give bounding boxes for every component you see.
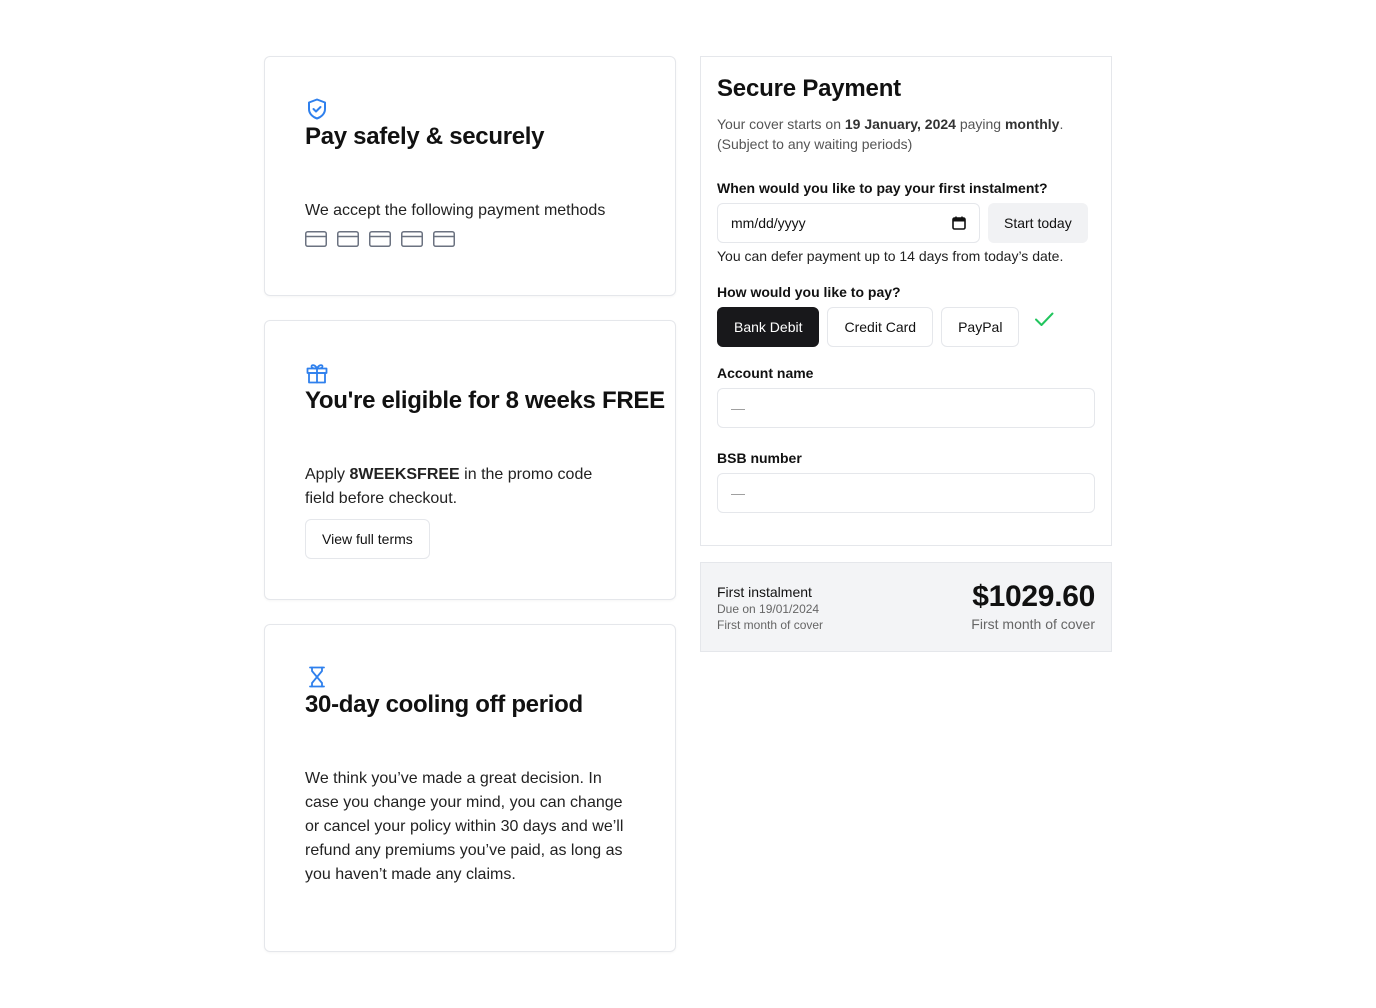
secure-payment-title: Secure Payment bbox=[717, 75, 901, 102]
summary-amount-block: $1029.60 First month of cover bbox=[971, 578, 1095, 633]
cooling-off-text: We think you’ve made a great decision. I… bbox=[305, 770, 624, 883]
first-instalment-date-input[interactable]: mm/dd/yyyy bbox=[717, 203, 980, 243]
account-name-label: Account name bbox=[717, 365, 814, 381]
card-icon bbox=[401, 231, 423, 247]
cover-middle: paying bbox=[955, 116, 1005, 132]
first-instalment-summary: First instalment Due on 19/01/2024 First… bbox=[700, 562, 1112, 652]
cooling-off-title: 30-day cooling off period bbox=[305, 691, 583, 718]
date-row: mm/dd/yyyy Start today bbox=[717, 203, 1095, 243]
promo-title: You're eligible for 8 weeks FREE bbox=[305, 387, 665, 414]
promo-text: Apply 8WEEKSFREE in the promo code field… bbox=[305, 463, 625, 511]
promo-code: 8WEEKSFREE bbox=[349, 466, 460, 483]
shield-check-icon bbox=[308, 98, 326, 120]
pay-securely-card: Pay safely & securely We accept the foll… bbox=[264, 56, 676, 296]
card-icon bbox=[369, 231, 391, 247]
summary-details: First instalment Due on 19/01/2024 First… bbox=[717, 583, 823, 633]
cover-suffix: . bbox=[1059, 116, 1064, 132]
summary-due-date: Due on 19/01/2024 bbox=[717, 602, 820, 616]
cover-prefix: Your cover starts on bbox=[717, 116, 845, 132]
defer-payment-text: You can defer payment up to 14 days from… bbox=[717, 248, 1064, 264]
card-icon bbox=[305, 231, 327, 247]
bsb-number-label: BSB number bbox=[717, 450, 802, 466]
payment-methods-text: We accept the following payment methods bbox=[305, 202, 606, 219]
hourglass-icon bbox=[309, 666, 325, 688]
promo-text-prefix: Apply bbox=[305, 466, 350, 483]
bsb-number-input[interactable]: — bbox=[717, 473, 1095, 513]
date-placeholder: mm/dd/yyyy bbox=[731, 215, 806, 231]
card-icon bbox=[433, 231, 455, 247]
cover-date: 19 January, 2024 bbox=[844, 116, 956, 132]
bank-debit-option[interactable]: Bank Debit bbox=[717, 307, 820, 347]
instalment-amount: $1029.60 bbox=[972, 580, 1095, 613]
card-icon bbox=[337, 231, 359, 247]
credit-card-option[interactable]: Credit Card bbox=[827, 307, 934, 347]
amount-note: First month of cover bbox=[971, 616, 1095, 632]
cooling-off-card: 30-day cooling off period We think you’v… bbox=[264, 624, 676, 952]
cover-start-text: Your cover starts on 19 January, 2024 pa… bbox=[717, 114, 1095, 154]
view-full-terms-button[interactable]: View full terms bbox=[305, 519, 430, 559]
pay-securely-title: Pay safely & securely bbox=[305, 123, 545, 150]
secure-payment-panel: Secure Payment Your cover starts on 19 J… bbox=[700, 56, 1112, 546]
first-instalment-question: When would you like to pay your first in… bbox=[717, 180, 1048, 196]
checkmark-icon bbox=[1035, 312, 1054, 326]
gift-icon bbox=[306, 364, 328, 384]
account-name-input[interactable]: — bbox=[717, 388, 1095, 428]
payment-method-question: How would you like to pay? bbox=[717, 284, 901, 300]
calendar-icon[interactable] bbox=[952, 216, 966, 230]
promo-card: You're eligible for 8 weeks FREE Apply 8… bbox=[264, 320, 676, 600]
summary-title: First instalment bbox=[717, 584, 812, 600]
cover-frequency: monthly bbox=[1004, 116, 1060, 132]
payment-method-selector: Bank Debit Credit Card PayPal bbox=[717, 307, 1095, 347]
paypal-option[interactable]: PayPal bbox=[941, 307, 1020, 347]
start-today-button[interactable]: Start today bbox=[988, 203, 1088, 243]
cover-note: (Subject to any waiting periods) bbox=[717, 136, 913, 152]
payment-method-icons bbox=[305, 231, 635, 247]
summary-note: First month of cover bbox=[717, 618, 824, 632]
